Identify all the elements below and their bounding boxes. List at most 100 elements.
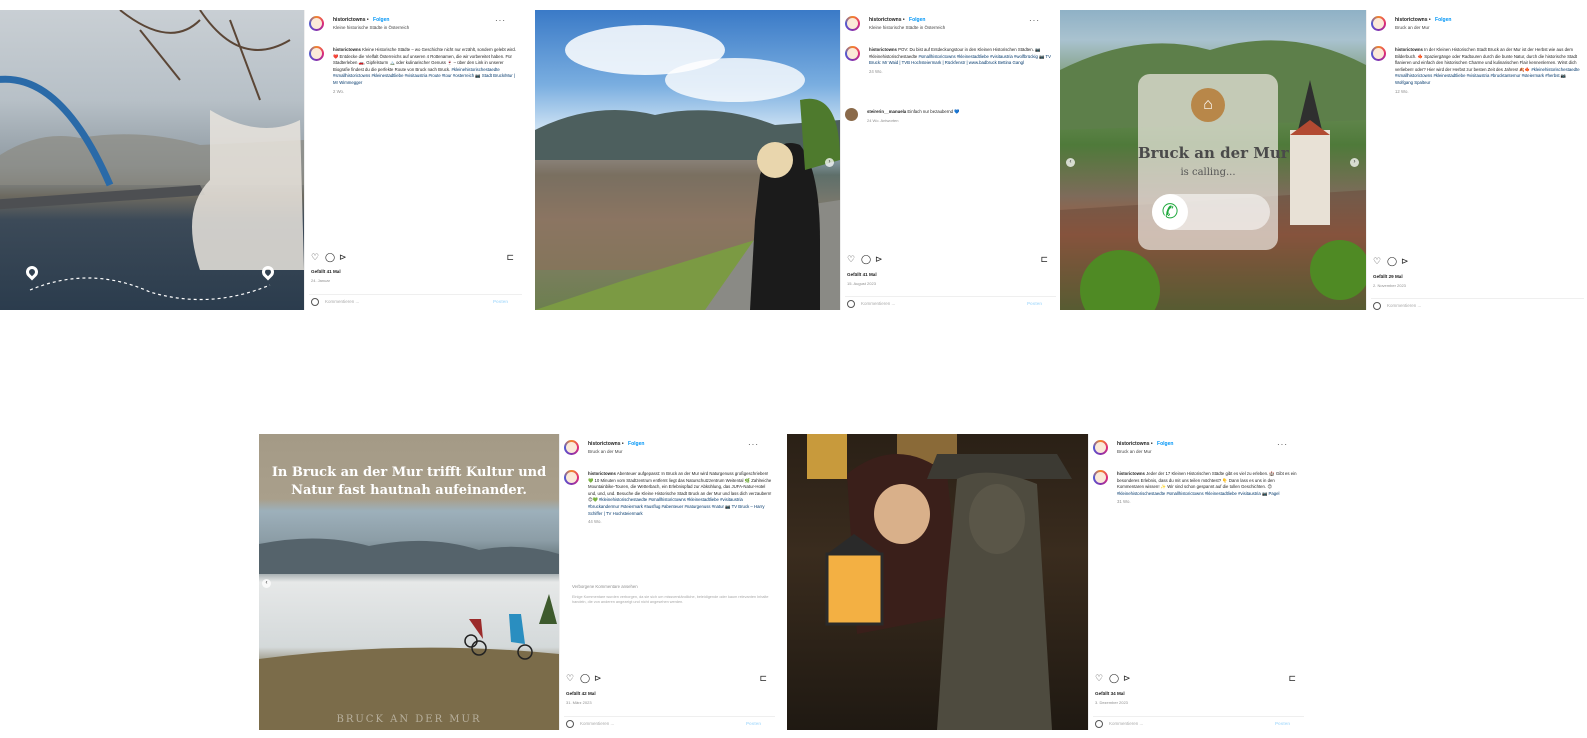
likes-count[interactable]: Gefällt 34 Mal xyxy=(1095,691,1125,696)
caption-username[interactable]: historictowns xyxy=(333,47,361,52)
more-options-icon[interactable]: ··· xyxy=(1277,440,1288,449)
avatar[interactable] xyxy=(1093,440,1108,455)
avatar[interactable] xyxy=(1093,470,1108,485)
hidden-comments-link[interactable]: Verborgene Kommentare ansehen xyxy=(572,584,638,589)
comment-icon[interactable]: ◯ xyxy=(1109,673,1119,683)
emoji-icon[interactable] xyxy=(1373,302,1381,310)
save-icon[interactable]: ⊏ xyxy=(506,252,514,262)
follow-button[interactable]: Folgen xyxy=(909,17,925,23)
share-icon[interactable]: ⊳ xyxy=(594,673,602,683)
post-date: 3. Dezember 2023 xyxy=(1095,700,1128,705)
caption-username[interactable]: historictowns xyxy=(869,47,897,52)
post-photo-bruck-calling[interactable]: ⌂ Bruck an der Mur is calling... ✆ ‹ › xyxy=(1060,10,1366,310)
next-image-icon[interactable]: › xyxy=(1350,158,1359,167)
comment-icon[interactable]: ◯ xyxy=(580,673,590,683)
comment-input[interactable]: Kommentieren ... xyxy=(325,299,359,304)
comment-icon[interactable]: ◯ xyxy=(325,252,335,262)
phone-icon[interactable]: ✆ xyxy=(1152,194,1188,230)
avatar[interactable] xyxy=(309,46,324,61)
caption-username[interactable]: historictowns xyxy=(1395,47,1423,52)
like-icon[interactable]: ♡ xyxy=(847,254,855,264)
more-options-icon[interactable]: ··· xyxy=(1029,16,1040,25)
like-icon[interactable]: ♡ xyxy=(1095,673,1103,683)
avatar[interactable] xyxy=(1371,46,1386,61)
post-date: 31. März 2023 xyxy=(566,700,592,705)
share-icon[interactable]: ⊳ xyxy=(1401,256,1409,266)
username-link[interactable]: historictowns xyxy=(1117,441,1150,447)
post-comment-button[interactable]: Posten xyxy=(493,299,508,304)
post-comment-button[interactable]: Posten xyxy=(1027,301,1042,306)
overlay-subtitle: is calling... xyxy=(1180,167,1236,178)
avatar[interactable] xyxy=(564,440,579,455)
avatar[interactable] xyxy=(309,16,324,31)
follow-button[interactable]: Folgen xyxy=(628,441,644,447)
more-options-icon[interactable]: ··· xyxy=(495,16,506,25)
likes-count[interactable]: Gefällt 41 Mal xyxy=(847,272,877,277)
bridge-scene xyxy=(0,10,304,301)
next-image-icon[interactable]: › xyxy=(825,158,834,167)
caption-username[interactable]: historictowns xyxy=(1117,471,1145,476)
save-icon[interactable]: ⊏ xyxy=(759,673,767,683)
share-icon[interactable]: ⊳ xyxy=(339,252,347,262)
post-card: ⌂ Bruck an der Mur is calling... ✆ ‹ › h… xyxy=(1060,10,1587,310)
caption-hashtags[interactable]: #kleinehistorischestaedte #smallhistoric… xyxy=(588,497,765,515)
username-link[interactable]: historictowns xyxy=(1395,17,1428,23)
comment-input[interactable]: Kommentieren ... xyxy=(580,721,614,726)
prev-image-icon[interactable]: ‹ xyxy=(262,579,271,588)
save-icon[interactable]: ⊏ xyxy=(1040,254,1048,264)
follow-button[interactable]: Folgen xyxy=(1157,441,1173,447)
location-subtitle[interactable]: Kleine historische Städte in Österreich xyxy=(333,25,409,30)
like-icon[interactable]: ♡ xyxy=(566,673,574,683)
action-bar: ♡ ◯ ⊳ ⊏ xyxy=(1095,673,1296,685)
post-comment-button[interactable]: Posten xyxy=(746,721,761,726)
statue-scene xyxy=(807,434,1072,730)
username-link[interactable]: historictowns xyxy=(869,17,902,23)
comment-input[interactable]: Kommentieren ... xyxy=(1387,303,1421,308)
comment-meta[interactable]: 24 Wo. Antworten xyxy=(867,118,899,123)
comment-icon[interactable]: ◯ xyxy=(861,254,871,264)
emoji-icon[interactable] xyxy=(847,300,855,308)
more-options-icon[interactable]: ··· xyxy=(748,440,759,449)
emoji-icon[interactable] xyxy=(311,298,319,306)
share-icon[interactable]: ⊳ xyxy=(1123,673,1131,683)
location-subtitle[interactable]: Bruck an der Mur xyxy=(1395,25,1430,30)
like-icon[interactable]: ♡ xyxy=(311,252,319,262)
commenter-avatar[interactable] xyxy=(845,108,858,121)
post-photo-mountain-bike[interactable]: In Bruck an der Mur trifft Kultur und Na… xyxy=(259,434,559,730)
caption-hashtags[interactable]: #kleinehistorischestaedte #smallhistoric… xyxy=(1117,491,1280,496)
avatar[interactable] xyxy=(845,46,860,61)
caption-username[interactable]: historictowns xyxy=(588,471,616,476)
post-side-panel: historictowns • Folgen Bruck an der Mur … xyxy=(1088,434,1307,730)
call-slider[interactable]: ✆ xyxy=(1152,194,1270,230)
username-link[interactable]: historictowns xyxy=(333,17,366,23)
follow-button[interactable]: Folgen xyxy=(1435,17,1451,23)
post-photo-statue-lantern[interactable] xyxy=(787,434,1088,730)
location-subtitle[interactable]: Bruck an der Mur xyxy=(1117,449,1152,454)
username-link[interactable]: historictowns xyxy=(588,441,621,447)
comment-input[interactable]: Kommentieren ... xyxy=(861,301,895,306)
post-comment-button[interactable]: Posten xyxy=(1275,721,1290,726)
post-photo-town-view[interactable]: › xyxy=(535,10,840,310)
location-subtitle[interactable]: Bruck an der Mur xyxy=(588,449,623,454)
avatar[interactable] xyxy=(845,16,860,31)
comment-username[interactable]: steirerin__manuela xyxy=(867,109,906,114)
comment-icon[interactable]: ◯ xyxy=(1387,256,1397,266)
like-icon[interactable]: ♡ xyxy=(1373,256,1381,266)
post-photo-bridge[interactable] xyxy=(0,10,304,310)
avatar[interactable] xyxy=(564,470,579,485)
likes-count[interactable]: Gefällt 42 Mal xyxy=(566,691,596,696)
avatar[interactable] xyxy=(1371,16,1386,31)
emoji-icon[interactable] xyxy=(1095,720,1103,728)
share-icon[interactable]: ⊳ xyxy=(875,254,883,264)
location-subtitle[interactable]: Kleine historische Städte in Österreich xyxy=(869,25,945,30)
post-header: historictowns • Folgen Bruck an der Mur … xyxy=(564,440,775,462)
save-icon[interactable]: ⊏ xyxy=(1288,673,1296,683)
add-comment-bar: Kommentieren ... xyxy=(1371,298,1584,310)
follow-button[interactable]: Folgen xyxy=(373,17,389,23)
likes-count[interactable]: Gefällt 41 Mal xyxy=(311,269,341,274)
comment-input[interactable]: Kommentieren ... xyxy=(1109,721,1143,726)
emoji-icon[interactable] xyxy=(566,720,574,728)
likes-count[interactable]: Gefällt 29 Mal xyxy=(1373,274,1403,279)
post-header: historictowns • Folgen Kleine historisch… xyxy=(845,16,1056,38)
prev-image-icon[interactable]: ‹ xyxy=(1066,158,1075,167)
